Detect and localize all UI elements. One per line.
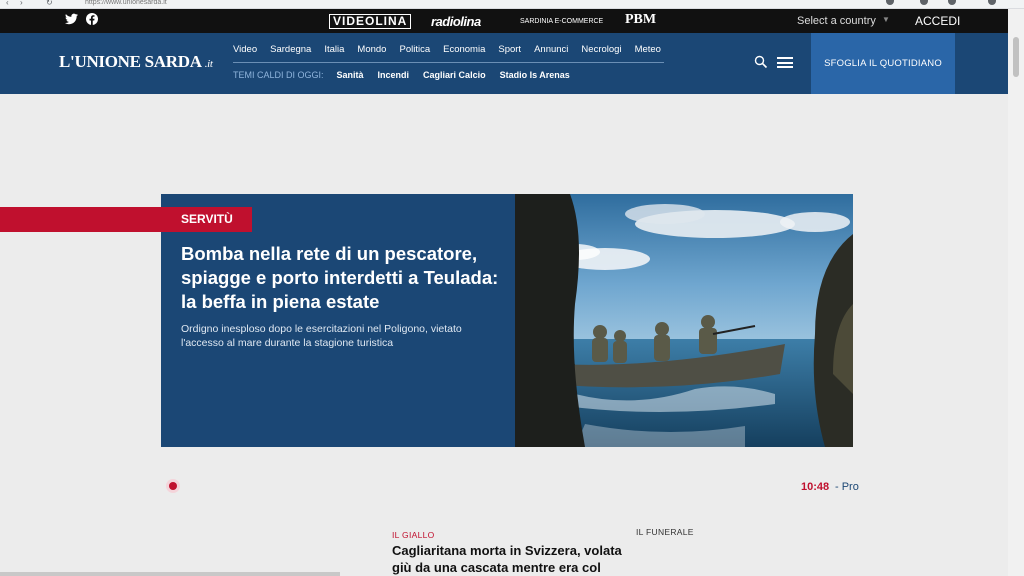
hamburger-menu-icon[interactable] bbox=[777, 57, 793, 68]
logo-text: L'UNIONE SARDA bbox=[59, 52, 202, 71]
scrollbar-track[interactable] bbox=[1008, 9, 1024, 33]
live-indicator bbox=[169, 482, 177, 490]
logo-tld: .it bbox=[204, 58, 213, 70]
browser-chrome: ‹ › ↻ https://www.unionesarda.it bbox=[0, 0, 1024, 9]
hero-text-panel: SERVITÙ Bomba nella rete di un pescatore… bbox=[0, 194, 515, 447]
search-icon[interactable] bbox=[754, 55, 768, 69]
main-nav: Video Sardegna Italia Mondo Politica Eco… bbox=[233, 44, 674, 55]
hot-topic-incendi[interactable]: Incendi bbox=[378, 70, 410, 80]
back-icon[interactable]: ‹ bbox=[6, 0, 9, 7]
nav-item-video[interactable]: Video bbox=[233, 44, 257, 55]
hot-topic-sanita[interactable]: Sanità bbox=[337, 70, 364, 80]
nav-item-necrologi[interactable]: Necrologi bbox=[581, 44, 621, 55]
nav-item-sport[interactable]: Sport bbox=[498, 44, 521, 55]
profile-icon[interactable] bbox=[988, 0, 996, 5]
reload-icon[interactable]: ↻ bbox=[46, 0, 53, 7]
site-logo[interactable]: L'UNIONE SARDA .it bbox=[59, 52, 213, 72]
hot-topics: TEMI CALDI DI OGGI: Sanità Incendi Cagli… bbox=[233, 70, 584, 80]
hero-summary: Ordigno inesploso dopo le esercitazioni … bbox=[181, 323, 462, 349]
forward-icon[interactable]: › bbox=[20, 0, 23, 7]
nav-item-mondo[interactable]: Mondo bbox=[357, 44, 386, 55]
address-bar[interactable]: https://www.unionesarda.it bbox=[85, 0, 167, 6]
live-time: 10:48 bbox=[801, 481, 830, 493]
chevron-down-icon[interactable]: ▼ bbox=[882, 15, 890, 24]
nav-item-meteo[interactable]: Meteo bbox=[635, 44, 661, 55]
hot-topic-cagliari-calcio[interactable]: Cagliari Calcio bbox=[423, 70, 486, 80]
hero-image[interactable] bbox=[515, 194, 853, 447]
nav-item-annunci[interactable]: Annunci bbox=[534, 44, 568, 55]
twitter-icon[interactable] bbox=[65, 13, 78, 28]
videolina-logo[interactable]: VIDEOLINA bbox=[329, 14, 412, 29]
hero-kicker: SERVITÙ bbox=[0, 207, 252, 232]
sfoglia-quotidiano-button[interactable]: SFOGLIA IL QUOTIDIANO bbox=[811, 33, 955, 94]
scrollbar-thumb[interactable] bbox=[1013, 37, 1019, 77]
extension-icon[interactable] bbox=[948, 0, 956, 5]
facebook-icon[interactable] bbox=[86, 13, 98, 28]
hot-topic-stadio[interactable]: Stadio Is Arenas bbox=[500, 70, 570, 80]
nav-divider bbox=[233, 62, 664, 63]
nav-item-italia[interactable]: Italia bbox=[324, 44, 344, 55]
card-kicker: IL GIALLO bbox=[392, 530, 435, 540]
nav-item-economia[interactable]: Economia bbox=[443, 44, 485, 55]
extension-icon[interactable] bbox=[920, 0, 928, 5]
horizontal-scrollbar[interactable] bbox=[0, 572, 340, 576]
hot-topics-label: TEMI CALDI DI OGGI: bbox=[233, 70, 324, 80]
card-kicker: IL FUNERALE bbox=[636, 527, 694, 537]
nav-item-politica[interactable]: Politica bbox=[399, 44, 430, 55]
country-select[interactable]: Select a country bbox=[797, 15, 876, 27]
site-header: L'UNIONE SARDA .it Video Sardegna Italia … bbox=[0, 33, 1024, 94]
scrollbar[interactable] bbox=[1008, 33, 1024, 94]
radiolina-logo[interactable]: radiolina bbox=[431, 14, 481, 29]
live-label[interactable]: - Pro bbox=[835, 481, 859, 493]
hero-headline[interactable]: Bomba nella rete di un pescatore, spiagg… bbox=[181, 242, 501, 314]
ecommerce-logo[interactable]: SARDINIA E-COMMERCE bbox=[520, 18, 603, 25]
vertical-scrollbar[interactable] bbox=[1008, 94, 1024, 576]
extension-icon[interactable] bbox=[886, 0, 894, 5]
nav-item-sardegna[interactable]: Sardegna bbox=[270, 44, 311, 55]
card-title[interactable]: Cagliaritana morta in Svizzera, volata g… bbox=[392, 542, 632, 576]
top-strip: VIDEOLINA radiolina SARDINIA E-COMMERCE … bbox=[0, 9, 1024, 33]
login-button[interactable]: ACCEDI bbox=[915, 14, 960, 28]
pbm-logo[interactable]: PBM bbox=[625, 12, 656, 28]
hero-article[interactable]: SERVITÙ Bomba nella rete di un pescatore… bbox=[0, 194, 853, 447]
